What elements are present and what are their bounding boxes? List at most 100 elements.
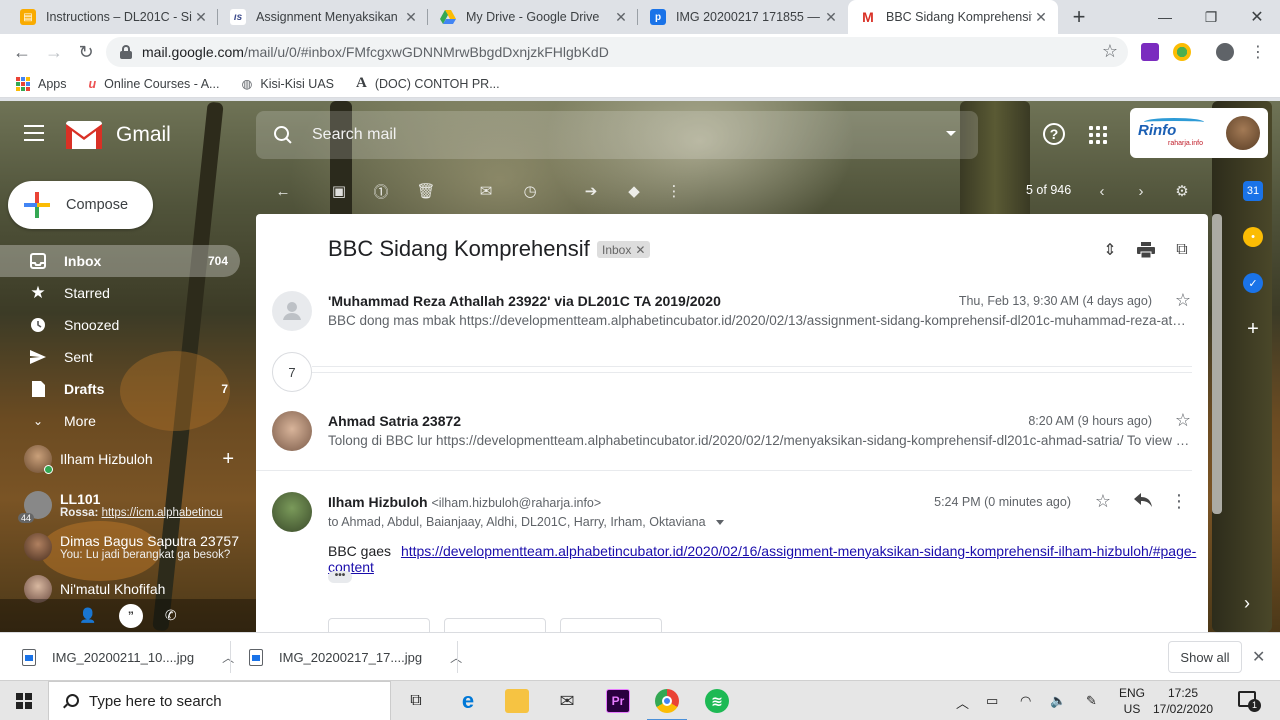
keep-icon[interactable]: • (1243, 227, 1263, 247)
tab-instructions[interactable]: ▤ Instructions – DL201C - Site ✕ (8, 0, 218, 34)
star-icon[interactable]: ☆ (1095, 491, 1111, 512)
search-icon[interactable] (274, 126, 292, 144)
tab-assignment[interactable]: ıs Assignment Menyaksikan Si ✕ (218, 0, 428, 34)
search-input[interactable] (312, 126, 912, 144)
more-options-icon[interactable]: ⋮ (1170, 491, 1188, 512)
tasks-icon[interactable]: ✓ (1243, 273, 1263, 293)
tab-drive[interactable]: My Drive - Google Drive ✕ (428, 0, 638, 34)
address-bar[interactable]: mail.google.com/mail/u/0/#inbox/FMfcgxwG… (106, 37, 1128, 67)
action-center-icon[interactable]: 1 (1238, 691, 1261, 712)
close-icon[interactable]: ✕ (612, 9, 630, 26)
close-icon[interactable]: ✕ (822, 9, 840, 26)
minimize-icon[interactable]: — (1142, 0, 1188, 34)
settings-gear-icon[interactable]: ⚙ (1172, 181, 1192, 201)
forward-button[interactable] (560, 618, 662, 632)
message-link[interactable]: https://developmentteam.alphabetincubato… (328, 543, 1196, 575)
remove-label-close-icon[interactable]: ✕ (635, 243, 645, 257)
account-avatar[interactable] (1226, 116, 1260, 150)
bookmark-star-icon[interactable]: ☆ (1102, 41, 1118, 62)
contacts-person-icon[interactable]: 👤 (79, 607, 96, 624)
move-to-icon[interactable]: ➔ (581, 181, 601, 201)
reply-button[interactable] (328, 618, 430, 632)
calendar-icon[interactable]: 31 (1243, 181, 1263, 201)
download-item[interactable]: IMG_20200211_10....jpg ︿ (22, 633, 234, 681)
snooze-icon[interactable]: ◷ (520, 181, 540, 201)
download-item[interactable]: IMG_20200217_17....jpg ︿ (249, 633, 462, 681)
delete-icon[interactable]: 🗑 (416, 181, 436, 201)
reload-icon[interactable]: ↻ (72, 38, 100, 66)
report-spam-icon[interactable]: ⓵ (371, 181, 391, 201)
bookmark-contoh[interactable]: A (DOC) CONTOH PR... (356, 75, 500, 92)
taskbar-search[interactable] (48, 681, 391, 720)
taskbar-search-input[interactable] (89, 692, 379, 710)
expand-panel-chevron-icon[interactable]: › (1244, 593, 1250, 614)
pen-icon[interactable]: ✎ (1086, 693, 1097, 709)
star-icon[interactable]: ☆ (1175, 290, 1191, 311)
google-apps-icon[interactable] (1086, 123, 1110, 147)
reply-all-button[interactable] (444, 618, 546, 632)
search-options-caret-icon[interactable] (946, 131, 956, 136)
main-menu-icon[interactable] (24, 125, 44, 141)
task-view-icon[interactable]: ⧉ (404, 689, 428, 713)
extension-globe-icon[interactable] (1173, 43, 1191, 61)
new-tab-button[interactable]: + (1066, 4, 1092, 30)
tab-gmail[interactable]: M BBC Sidang Komprehensif ✕ (848, 0, 1058, 34)
spotify-icon[interactable]: ≋ (705, 689, 729, 713)
back-arrow-icon[interactable]: ← (8, 38, 36, 66)
hangouts-contact-ll101[interactable]: 44 LL101 Rossa: https://icm.alphabetincu (0, 485, 256, 525)
sidebar-item-sent[interactable]: Sent (0, 341, 240, 373)
tray-chevron-up-icon[interactable]: ︿ (956, 693, 969, 712)
add-on-plus-icon[interactable]: + (1243, 318, 1263, 340)
expand-all-icon[interactable]: ⇕ (1100, 240, 1120, 260)
extension-icon[interactable] (1141, 43, 1159, 61)
sidebar-item-more[interactable]: ⌄ More (0, 405, 240, 437)
phone-icon[interactable]: ✆ (165, 607, 177, 624)
windows-start-icon[interactable] (16, 693, 32, 709)
sidebar-item-inbox[interactable]: Inbox 704 (0, 245, 240, 277)
compose-button[interactable]: Compose (8, 181, 153, 229)
archive-icon[interactable]: ▣ (329, 181, 349, 201)
hangouts-self[interactable]: Ilham Hizbuloh + (0, 437, 256, 481)
mark-unread-icon[interactable]: ✉ (476, 181, 496, 201)
label-icon[interactable]: ◆ (624, 181, 644, 201)
profile-avatar-icon[interactable] (1216, 43, 1234, 61)
scrollbar[interactable] (1212, 214, 1222, 514)
restore-icon[interactable]: ❐ (1188, 0, 1234, 34)
help-icon[interactable]: ? (1043, 123, 1065, 145)
wifi-icon[interactable]: ◠ (1020, 693, 1031, 709)
new-conversation-plus-icon[interactable]: + (222, 448, 234, 471)
tab-photopea[interactable]: p IMG 20200217 171855 — P ✕ (638, 0, 848, 34)
newer-chevron-icon[interactable]: ‹ (1092, 181, 1112, 201)
bookmark-online-courses[interactable]: u Online Courses - A... (89, 77, 220, 91)
sidebar-item-starred[interactable]: ★ Starred (0, 277, 240, 309)
forward-arrow-icon[interactable]: → (40, 38, 68, 66)
reply-icon[interactable] (1134, 491, 1152, 512)
file-explorer-icon[interactable] (505, 689, 529, 713)
bookmark-apps[interactable]: Apps (16, 76, 67, 91)
print-icon[interactable] (1136, 240, 1156, 260)
bookmark-kisi-kisi[interactable]: ◍ Kisi-Kisi UAS (241, 76, 334, 92)
mail-icon[interactable]: ✉ (555, 689, 579, 713)
close-icon[interactable]: ✕ (402, 9, 420, 26)
hangouts-contact-dimas[interactable]: Dimas Bagus Saputra 23757 You: Lu jadi b… (0, 525, 256, 569)
window-close-icon[interactable]: ✕ (1234, 0, 1280, 34)
close-icon[interactable]: ✕ (1032, 9, 1050, 26)
volume-icon[interactable]: 🔈 (1050, 693, 1066, 709)
show-details-caret-icon[interactable] (715, 519, 724, 525)
open-new-window-icon[interactable]: ⧉ (1172, 240, 1192, 260)
edge-icon[interactable]: e (456, 688, 480, 713)
sidebar-item-snoozed[interactable]: Snoozed (0, 309, 240, 341)
older-chevron-icon[interactable]: › (1131, 181, 1151, 201)
language-indicator[interactable]: ENG US (1118, 685, 1146, 717)
chrome-icon[interactable] (647, 689, 687, 720)
sidebar-item-drafts[interactable]: Drafts 7 (0, 373, 240, 405)
battery-icon[interactable]: ▭ (986, 693, 998, 709)
recipients-line[interactable]: to Ahmad, Abdul, Baianjaay, Aldhi, DL201… (328, 515, 724, 529)
hangouts-chat-icon[interactable]: ” (118, 603, 143, 628)
show-trimmed-content-button[interactable]: ••• (328, 571, 352, 583)
system-clock[interactable]: 17:25 17/02/2020 (1150, 685, 1216, 717)
close-icon[interactable]: ✕ (192, 9, 210, 26)
premiere-pro-icon[interactable]: Pr (606, 689, 630, 713)
more-actions-icon[interactable]: ⋮ (664, 181, 684, 201)
close-icon[interactable]: ✕ (1252, 647, 1265, 667)
